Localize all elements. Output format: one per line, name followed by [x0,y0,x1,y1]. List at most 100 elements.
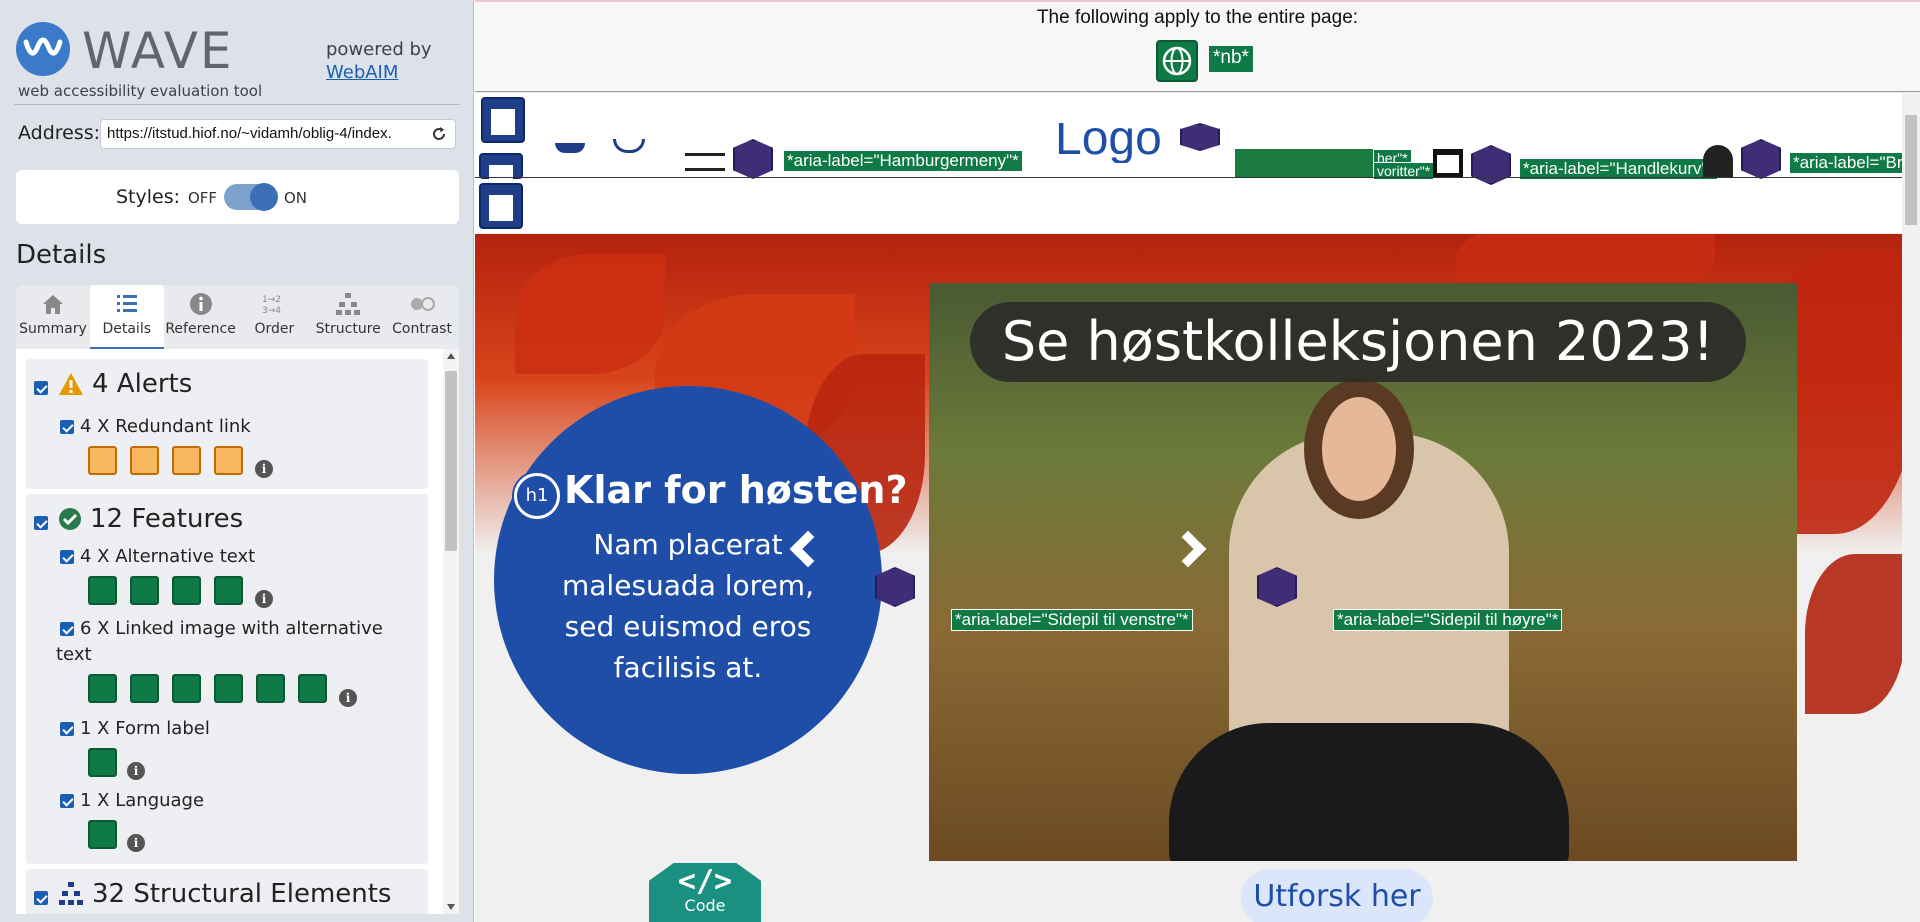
form-label-checkbox[interactable] [60,722,74,736]
nav-region-icon[interactable] [479,153,523,191]
header-icon-cutoff [613,139,645,153]
hero-section: Se høstkolleksjonen 2023! h1 Klar for hø… [475,234,1902,922]
page-scroll-thumb[interactable] [1905,115,1917,225]
address-label: Address: [18,122,101,144]
alt-text-icon[interactable] [130,576,159,605]
code-toggle-button[interactable]: </> Code [649,863,761,922]
address-input[interactable]: https://itstud.hiof.no/~vidamh/oblig-4/i… [100,119,456,149]
structure-icon [59,882,83,905]
styles-label: Styles: [116,186,181,208]
list-icon [116,295,137,312]
svg-text:3→4: 3→4 [262,306,281,316]
leaf-decoration [1805,554,1902,714]
main-region-icon[interactable] [479,183,523,229]
linked-image-icon[interactable] [214,674,243,703]
alert-icon [59,373,83,395]
details-heading: Details [16,240,107,270]
wave-app: WAVE web accessibility evaluation tool p… [0,0,1920,922]
scroll-thumb[interactable] [445,371,457,551]
redundant-link-icon[interactable] [88,446,117,475]
hamburger-icon[interactable] [685,153,725,171]
language-tag: *nb* [1209,46,1253,72]
powered-by-text: powered by [326,39,432,60]
code-icon: </> [677,864,733,899]
alt-text-icons [88,576,243,605]
toggle-knob [250,183,278,211]
aria-label-icon[interactable] [1741,139,1781,179]
language-checkbox[interactable] [60,794,74,808]
page-scrollbar[interactable] [1902,93,1920,922]
redundant-link-label: 4 X Redundant link [80,416,251,437]
home-icon [42,295,63,314]
linked-image-label-cont: text [56,644,92,665]
code-label: Code [684,896,726,915]
redundant-link-icon[interactable] [214,446,243,475]
tab-label: Contrast [392,321,452,337]
info-icon[interactable]: i [255,590,273,608]
sidebar-tabs: Summary Details Reference 1→2 3→4 Order S… [16,285,459,349]
redundant-link-checkbox[interactable] [60,420,74,434]
tab-structure[interactable]: Structure [311,285,385,349]
alt-text-icon[interactable] [172,576,201,605]
tab-contrast[interactable]: Contrast [385,285,459,349]
redundant-link-icon[interactable] [172,446,201,475]
h1-heading-icon[interactable]: h1 [514,473,560,519]
tab-label: Order [254,321,295,337]
photo-person-legs [1169,723,1569,861]
alt-text-icon[interactable] [88,576,117,605]
redundant-link-icons [88,446,243,475]
sidebar-divider [14,104,460,105]
user-icon[interactable] [1703,145,1733,177]
aria-label-icon[interactable] [733,139,773,179]
styles-on-label: ON [284,189,308,207]
form-label-icon[interactable] [88,748,117,777]
info-icon[interactable]: i [127,762,145,780]
redundant-link-icon[interactable] [130,446,159,475]
tab-label: Structure [315,321,381,337]
language-globe-icon[interactable] [1156,40,1198,82]
explore-button[interactable]: Utforsk her [1241,869,1433,922]
info-icon[interactable]: i [127,834,145,852]
linked-image-icon[interactable] [130,674,159,703]
cart-icon[interactable] [1433,149,1463,177]
leaf-decoration [515,254,665,374]
linked-image-checkbox[interactable] [60,622,74,636]
reload-icon[interactable] [430,125,448,143]
structural-checkbox[interactable] [34,891,48,905]
structural-title: 32 Structural Elements [92,879,392,909]
tab-summary[interactable]: Summary [16,285,90,349]
alerts-checkbox[interactable] [34,381,48,395]
structural-group: 32 Structural Elements [26,869,428,914]
site-header: *aria-label="Hamburgermeny"* Logo her"* … [475,93,1907,233]
form-label-label: 1 X Form label [80,718,210,739]
page-level-strip: The following apply to the entire page: … [475,0,1920,92]
header-divider [475,177,1902,178]
info-icon[interactable]: i [255,460,273,478]
contrast-icon [411,297,436,311]
tab-order[interactable]: 1→2 3→4 Order [237,285,311,349]
alt-text-icon[interactable] [214,576,243,605]
language-globe-icon[interactable] [88,820,117,849]
header-region-icon[interactable] [481,97,525,143]
tab-label: Reference [165,321,236,337]
features-checkbox[interactable] [34,516,48,530]
linked-image-icon[interactable] [298,674,327,703]
styles-toggle[interactable] [224,183,278,211]
features-group: 12 Features 4 X Alternative text i 6 X L… [26,494,428,864]
webaim-link[interactable]: WebAIM [326,62,398,83]
linked-image-icon[interactable] [88,674,117,703]
tab-label: Summary [19,321,87,337]
scroll-up-arrow[interactable] [447,353,455,359]
linked-image-icon[interactable] [172,674,201,703]
tab-reference[interactable]: Reference [164,285,238,349]
alt-text-checkbox[interactable] [60,550,74,564]
aria-label-icon[interactable] [1471,145,1511,185]
aria-label-icon[interactable] [1180,123,1220,151]
linked-image-icon[interactable] [256,674,285,703]
site-logo[interactable]: Logo [1055,123,1162,163]
scroll-down-arrow[interactable] [447,904,455,910]
info-icon[interactable]: i [339,689,357,707]
details-scrollbar[interactable] [443,349,459,914]
structure-icon [336,293,361,315]
tab-details[interactable]: Details [89,285,164,349]
